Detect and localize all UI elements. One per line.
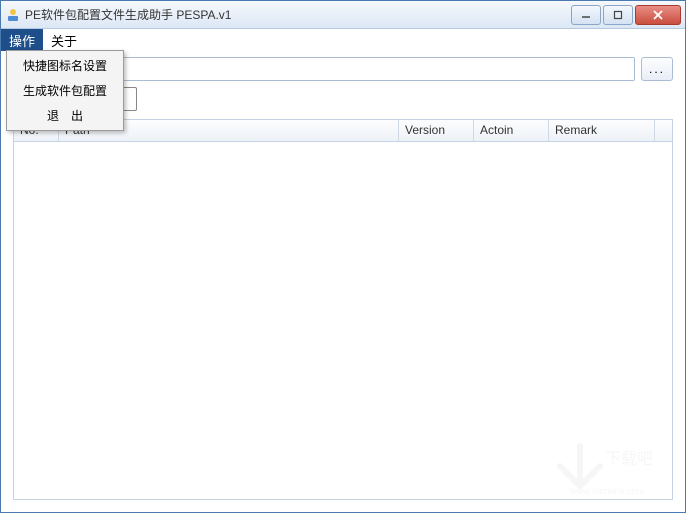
menu-generate-package-config[interactable]: 生成软件包配置: [9, 78, 121, 103]
col-header-version[interactable]: Version: [399, 120, 474, 141]
app-window: PE软件包配置文件生成助手 PESPA.v1 操作 关于 快捷图标名设置 生成软…: [0, 0, 686, 513]
table-body: [14, 142, 672, 499]
app-icon: [5, 7, 21, 23]
col-header-scroll: [655, 120, 672, 141]
data-table: No. Path Version Actoin Remark: [13, 119, 673, 500]
window-title: PE软件包配置文件生成助手 PESPA.v1: [25, 6, 569, 23]
menu-shortcut-name-settings[interactable]: 快捷图标名设置: [9, 53, 121, 78]
menubar: 操作 关于: [1, 29, 685, 51]
browse-button[interactable]: ...: [641, 57, 673, 81]
menu-exit[interactable]: 退 出: [9, 103, 121, 128]
maximize-button[interactable]: [603, 5, 633, 25]
minimize-button[interactable]: [571, 5, 601, 25]
menu-about[interactable]: 关于: [43, 29, 85, 51]
titlebar: PE软件包配置文件生成助手 PESPA.v1: [1, 1, 685, 29]
menu-operate[interactable]: 操作: [1, 29, 43, 51]
operate-dropdown: 快捷图标名设置 生成软件包配置 退 出: [6, 50, 124, 131]
col-header-action[interactable]: Actoin: [474, 120, 549, 141]
close-button[interactable]: [635, 5, 681, 25]
col-header-remark[interactable]: Remark: [549, 120, 655, 141]
window-controls: [569, 5, 681, 25]
